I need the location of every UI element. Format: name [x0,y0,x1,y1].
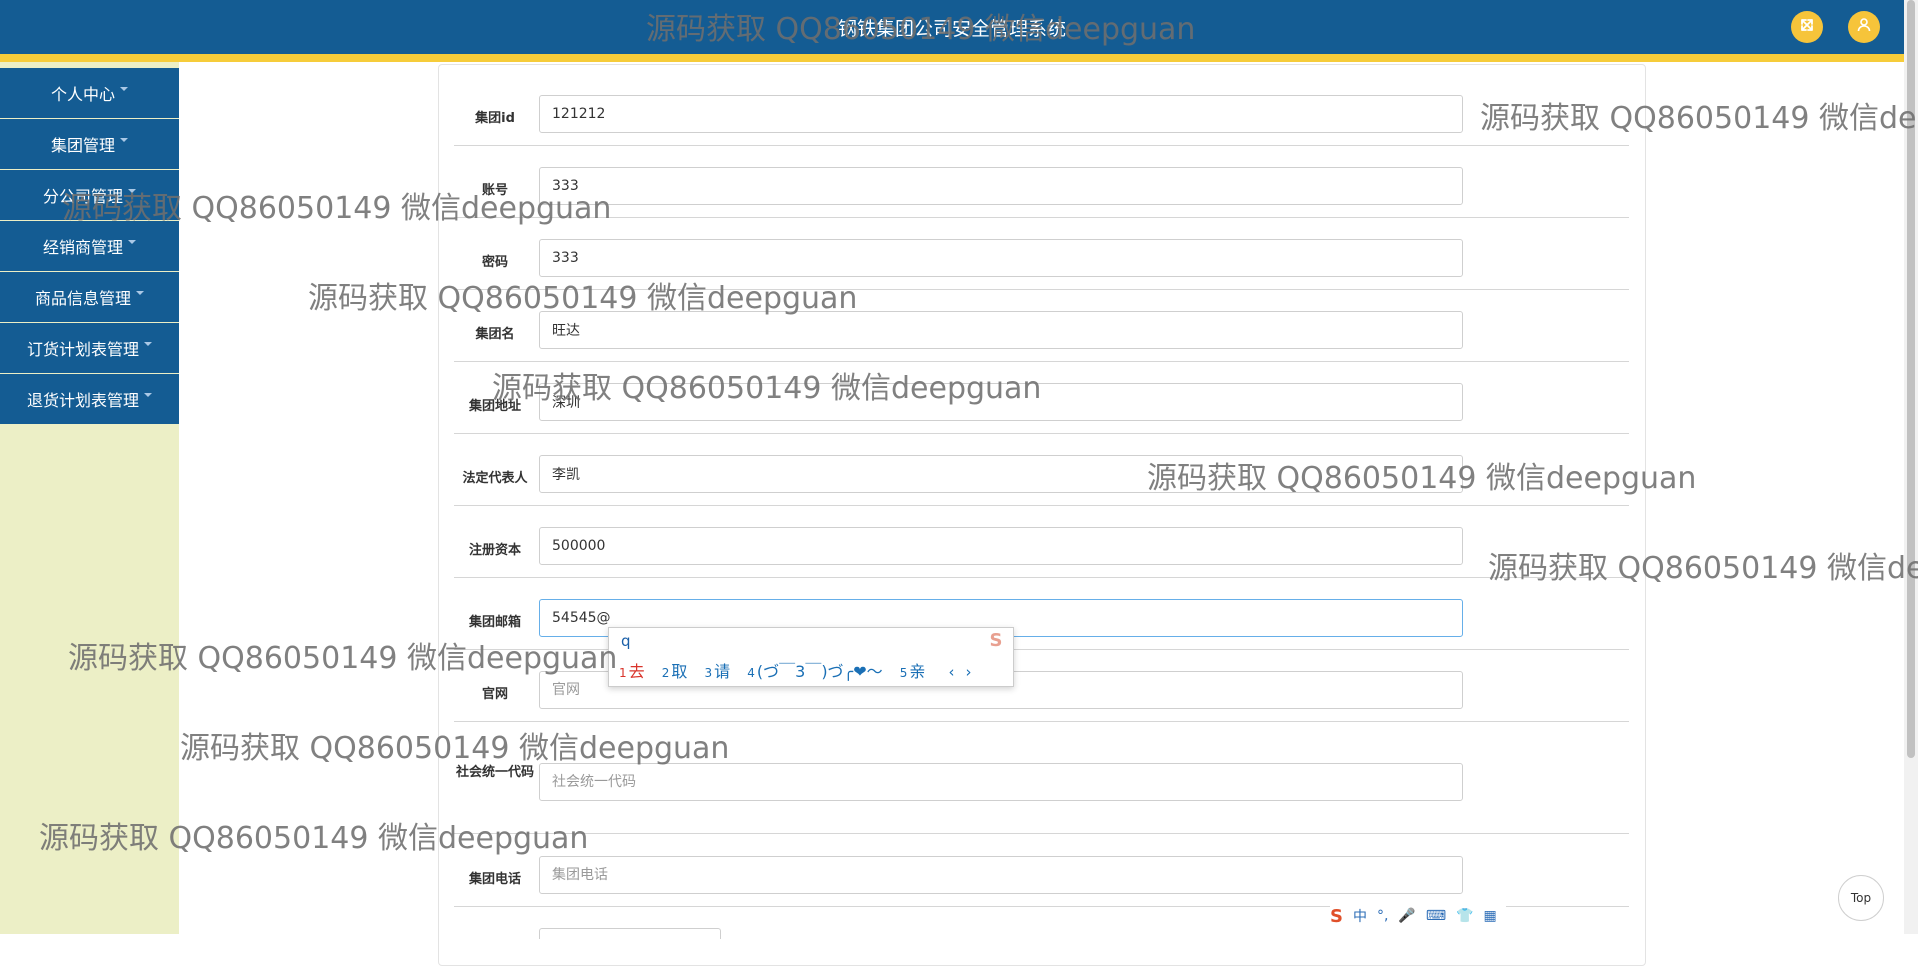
form-row-legal-representative: 法定代表人 [454,455,1629,506]
sidebar-item-label: 退货计划表管理 [26,391,139,410]
sogou-logo-icon[interactable]: S [1330,906,1343,927]
field-label: 集团邮箱 [468,615,521,630]
candidate-text: 亲 [909,662,926,681]
sidebar-item-label: 经销商管理 [42,238,123,257]
ime-prev-page-icon[interactable]: ‹ [948,663,954,681]
sidebar-item-return-plan-management[interactable]: 退货计划表管理 [0,374,179,424]
keyboard-icon[interactable]: ⌨ [1426,908,1446,924]
social-credit-code-input[interactable] [539,763,1463,801]
sidebar-item-dealer-management[interactable]: 经销商管理 [0,221,179,271]
sidebar-item-label: 个人中心 [50,85,115,104]
ime-next-page-icon[interactable]: › [966,663,972,681]
chevron-down-icon [128,240,136,244]
sidebar-item-label: 集团管理 [50,136,115,155]
user-icon [1856,17,1872,37]
chevron-down-icon [144,393,152,397]
user-button[interactable] [1848,11,1880,43]
back-to-top-button[interactable]: Top [1838,875,1884,921]
fullscreen-button[interactable] [1791,11,1823,43]
ime-language-toggle[interactable]: 中 [1353,906,1367,926]
ime-candidate-popup: q S 1去 2取 3请 4 (づ￣3￣)づ╭❤～ 5亲 ‹ › [608,627,1014,687]
form-row-password: 密码 [454,239,1629,290]
field-label: 注册资本 [468,543,521,558]
field-label: 集团电话 [468,872,521,887]
sidebar-item-label: 订货计划表管理 [26,340,139,359]
sidebar-item-personal-center[interactable]: 个人中心 [0,68,179,118]
chevron-down-icon [120,138,128,142]
account-input[interactable] [539,167,1463,205]
expand-icon [1799,17,1815,37]
scrollbar-thumb[interactable] [1907,0,1915,758]
field-label: 集团地址 [468,399,521,414]
ime-candidate[interactable]: 1去 [619,662,645,681]
app-title: 钢铁集团公司安全管理系统 [837,18,1066,40]
ime-candidate-list: 1去 2取 3请 4 (づ￣3￣)づ╭❤～ 5亲 ‹ › [619,658,972,682]
form-row-registered-capital: 注册资本 [454,527,1629,578]
candidate-number: 5 [899,666,908,680]
sidebar-item-label: 商品信息管理 [34,289,131,308]
header-stripe [0,54,1904,62]
sogou-logo-icon: S [989,630,1003,651]
candidate-text: 去 [628,662,645,681]
candidate-text: (づ￣3￣)づ╭❤～ [756,662,883,681]
legal-representative-input[interactable] [539,455,1463,493]
group-id-input[interactable] [539,95,1463,133]
form-row-account: 账号 [454,167,1629,218]
sidebar-item-branch-management[interactable]: 分公司管理 [0,170,179,220]
field-label: 法定代表人 [462,471,528,486]
password-input[interactable] [539,239,1463,277]
group-address-input[interactable] [539,383,1463,421]
candidate-text: 取 [671,662,688,681]
field-label: 账号 [481,183,508,198]
ime-punctuation-icon[interactable]: °, [1377,908,1388,924]
chevron-down-icon [136,291,144,295]
field-label: 集团名 [475,327,515,342]
field-label: 集团id [475,111,515,126]
field-label: 官网 [481,687,508,702]
sidebar: 个人中心 集团管理 分公司管理 经销商管理 商品信息管理 订货计划表管理 退货计… [0,68,179,425]
form-row-social-credit-code: 社会统一代码 [454,743,1629,834]
chevron-down-icon [120,87,128,91]
chevron-down-icon [144,342,152,346]
toolbox-icon[interactable]: ▦ [1484,908,1497,924]
form-row-group-phone: 集团电话 [454,856,1629,907]
ime-candidate[interactable]: 3请 [705,662,731,681]
ime-candidate[interactable]: 4 (づ￣3￣)づ╭❤～ [747,662,882,681]
candidate-text: 请 [714,662,731,681]
sidebar-item-product-management[interactable]: 商品信息管理 [0,272,179,322]
form-row-group-id: 集团id [454,95,1629,146]
ime-toolbar: S 中 °, 🎤 ⌨ 👕 ▦ [1330,902,1506,930]
sidebar-item-order-plan-management[interactable]: 订货计划表管理 [0,323,179,373]
ime-typed-text: q [621,632,631,650]
sidebar-item-group-management[interactable]: 集团管理 [0,119,179,169]
vertical-scrollbar[interactable] [1904,0,1918,934]
ime-candidate[interactable]: 5亲 [900,662,926,681]
candidate-number: 4 [747,666,755,680]
microphone-icon[interactable]: 🎤 [1398,908,1415,924]
skin-icon[interactable]: 👕 [1456,908,1473,924]
form-row-group-address: 集团地址 [454,383,1629,434]
candidate-number: 2 [661,666,670,680]
registered-capital-input[interactable] [539,527,1463,565]
ime-candidate[interactable]: 2取 [662,662,688,681]
chevron-down-icon [128,189,136,193]
sidebar-item-label: 分公司管理 [42,187,123,206]
group-name-input[interactable] [539,311,1463,349]
form-row-group-name: 集团名 [454,311,1629,362]
field-label: 密码 [481,255,508,270]
field-label: 社会统一代码 [455,765,534,780]
candidate-number: 1 [619,666,627,680]
candidate-number: 3 [704,666,713,680]
group-phone-input[interactable] [539,856,1463,894]
